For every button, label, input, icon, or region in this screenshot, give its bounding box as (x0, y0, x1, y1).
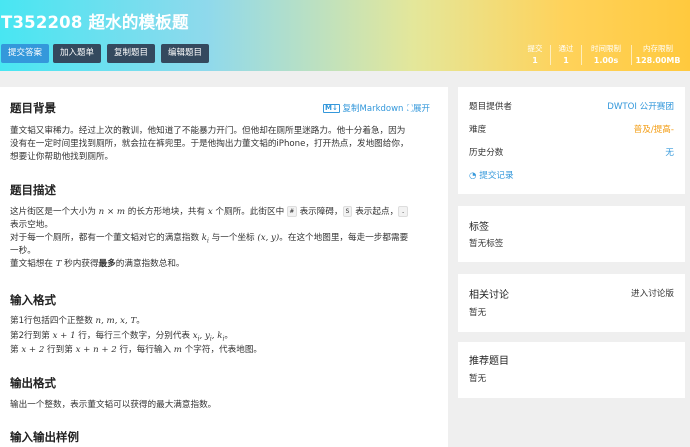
math-expression: x + n + 2 (75, 345, 117, 355)
stat-memory-limit-label: 内存限制 (643, 44, 673, 53)
description-line: 董文韬想在 T 秒内获得最多的满意指数总和。 (10, 258, 185, 271)
text-span: 的满意指数总和。 (115, 259, 185, 269)
difficulty-row: 难度 普及/提高- (469, 123, 674, 137)
problem-header-banner: T352208 超水的模板题 提交答案 加入题单 复制题目 编辑题目 提交 1 … (0, 0, 690, 71)
copy-problem-button[interactable]: 复制题目 (107, 44, 156, 63)
math-expression: (x, y) (257, 233, 280, 243)
text-span: 。 (136, 316, 145, 326)
submit-answer-button[interactable]: 提交答案 (1, 44, 50, 63)
stat-submissions-value: 1 (532, 56, 538, 65)
text-span: 表示障碍， (296, 207, 343, 217)
copy-markdown-label: 复制Markdown (342, 104, 404, 114)
stat-accepted-value: 1 (563, 56, 569, 65)
history-score-label: 历史分数 (469, 148, 504, 158)
stat-accepted: 通过 1 (552, 44, 580, 68)
stat-divider (581, 45, 582, 65)
sample-heading: 输入输出样例 (10, 430, 79, 444)
difficulty-value: 普及/提高- (633, 125, 674, 135)
stat-time-limit: 时间限制 1.00s (583, 44, 629, 68)
text-span: 对于每一个厕所，都有一个董文韬对它的满意指数 (10, 233, 202, 243)
stat-submissions: 提交 1 (521, 44, 549, 68)
difficulty-label: 难度 (469, 125, 487, 135)
math-expression: n × m (98, 207, 126, 217)
expand-link[interactable]: ⛶展开 (407, 102, 430, 114)
recommended-heading: 推荐题目 (469, 356, 509, 367)
discussions-card: 相关讨论 进入讨论版 暂无 (458, 274, 685, 332)
output-format-heading: 输出格式 (10, 376, 56, 390)
stat-time-limit-value: 1.00s (593, 56, 619, 65)
history-score-row: 历史分数 无 (469, 146, 674, 160)
math-expression: x + 1 (52, 331, 76, 341)
background-text-line: 没有在一定时间里找到厕所，就会拉在裤兜里。于是他掏出力董文韬的iPhone，打开… (10, 139, 409, 149)
tags-card: 标签 暂无标签 (458, 206, 685, 262)
code-chip: S (342, 206, 353, 217)
problem-content-card: 题目背景 董文韬又审稀力。经过上次的教训，他知道了不能暴力开门。但他却在厕所里迷… (0, 87, 448, 447)
tags-empty-text: 暂无标签 (469, 239, 504, 249)
expand-label: 展开 (412, 104, 430, 114)
stat-memory-limit: 内存限制 128.00MB (633, 44, 683, 68)
text-span: 个厕所。此街区中 (212, 207, 287, 217)
text-span: 秒内获得 (61, 259, 99, 269)
background-text-line: 董文韬又审稀力。经过上次的教训，他知道了不能暴力开门。但他却在厕所里迷路力。他十… (10, 126, 406, 136)
text-span: 行，每行输入 (116, 345, 174, 355)
text-span: 。在这个地图里，每走一步都需要 (279, 233, 409, 243)
stat-memory-limit-value: 128.00MB (635, 56, 681, 65)
input-format-heading: 输入格式 (10, 293, 56, 307)
submissions-label: 提交记录 (479, 171, 514, 181)
description-line: 对于每一个厕所，都有一个董文韬对它的满意指数 ki 与一个坐标 (x, y)。在… (10, 232, 408, 248)
pie-chart-icon: ◔ (469, 171, 477, 181)
text-span: 第2行到第 (10, 331, 53, 341)
stat-divider (550, 45, 551, 65)
text-span: 董文韬想在 (10, 259, 56, 269)
code-chip: # (286, 206, 297, 217)
description-line: 一秒。 (10, 246, 36, 256)
history-score-value: 无 (665, 148, 674, 158)
provider-link[interactable]: DWTOI 公开赛团 (607, 100, 674, 114)
math-expression: , y (199, 331, 210, 341)
stat-accepted-label: 通过 (558, 44, 574, 53)
text-span: 这片街区是一个大小为 (10, 207, 99, 217)
code-chip: . (398, 206, 409, 217)
text-span: 的长方形地块，共有 (125, 207, 208, 217)
text-span: 。 (224, 331, 233, 341)
edit-problem-button[interactable]: 编辑题目 (161, 44, 210, 63)
stat-time-limit-label: 时间限制 (591, 44, 621, 53)
math-expression: m (173, 345, 182, 355)
math-expression: x + 2 (21, 345, 45, 355)
text-span: 表示起点， (352, 207, 399, 217)
add-to-list-button[interactable]: 加入题单 (53, 44, 102, 63)
background-heading: 题目背景 (10, 101, 56, 115)
stat-divider (631, 45, 632, 65)
background-text-line: 想要让你帮助他找到厕所。 (10, 152, 114, 162)
markdown-icon: M↓ (323, 104, 340, 113)
text-span: 与一个坐标 (208, 233, 258, 243)
output-format-line: 输出一个整数，表示董文韬可以获得的最大满意指数。 (10, 400, 217, 410)
input-format-line: 第 x + 2 行到第 x + n + 2 行，每行输入 m 个字符，代表地图。 (10, 344, 262, 357)
copy-markdown-link[interactable]: M↓ 复制Markdown (323, 102, 403, 114)
discussions-empty-text: 暂无 (469, 308, 487, 318)
text-span: 行到第 (44, 345, 76, 355)
description-line: 表示空地。 (10, 220, 53, 230)
discussions-heading: 相关讨论 (469, 290, 509, 301)
problem-info-card: 题目提供者 DWTOI 公开赛团 难度 普及/提高- 历史分数 无 ◔ 提交记录 (458, 87, 685, 194)
description-heading: 题目描述 (10, 183, 56, 197)
text-span: 个字符，代表地图。 (181, 345, 263, 355)
math-expression: , k (211, 331, 223, 341)
description-line: 这片街区是一个大小为 n × m 的长方形地块，共有 x 个厕所。此街区中 # … (10, 206, 409, 219)
text-span: 第1行包括四个正整数 (10, 316, 96, 326)
text-span: 行，每行三个数字，分别代表 (75, 331, 193, 341)
text-span: 第 (10, 345, 22, 355)
page-title: T352208 超水的模板题 (1, 13, 189, 32)
recommended-empty-text: 暂无 (469, 374, 487, 384)
stat-submissions-label: 提交 (527, 44, 543, 53)
input-format-line: 第1行包括四个正整数 n, m, x, T。 (10, 315, 145, 328)
provider-label: 题目提供者 (469, 102, 512, 112)
provider-row: 题目提供者 DWTOI 公开赛团 (469, 100, 674, 114)
bold-text: 最多 (98, 259, 116, 269)
math-expression: n, m, x, T (95, 316, 137, 326)
submissions-link[interactable]: ◔ 提交记录 (469, 169, 674, 183)
enter-discussion-link[interactable]: 进入讨论版 (631, 287, 674, 299)
recommended-card: 推荐题目 暂无 (458, 342, 685, 398)
tags-heading: 标签 (469, 222, 489, 233)
